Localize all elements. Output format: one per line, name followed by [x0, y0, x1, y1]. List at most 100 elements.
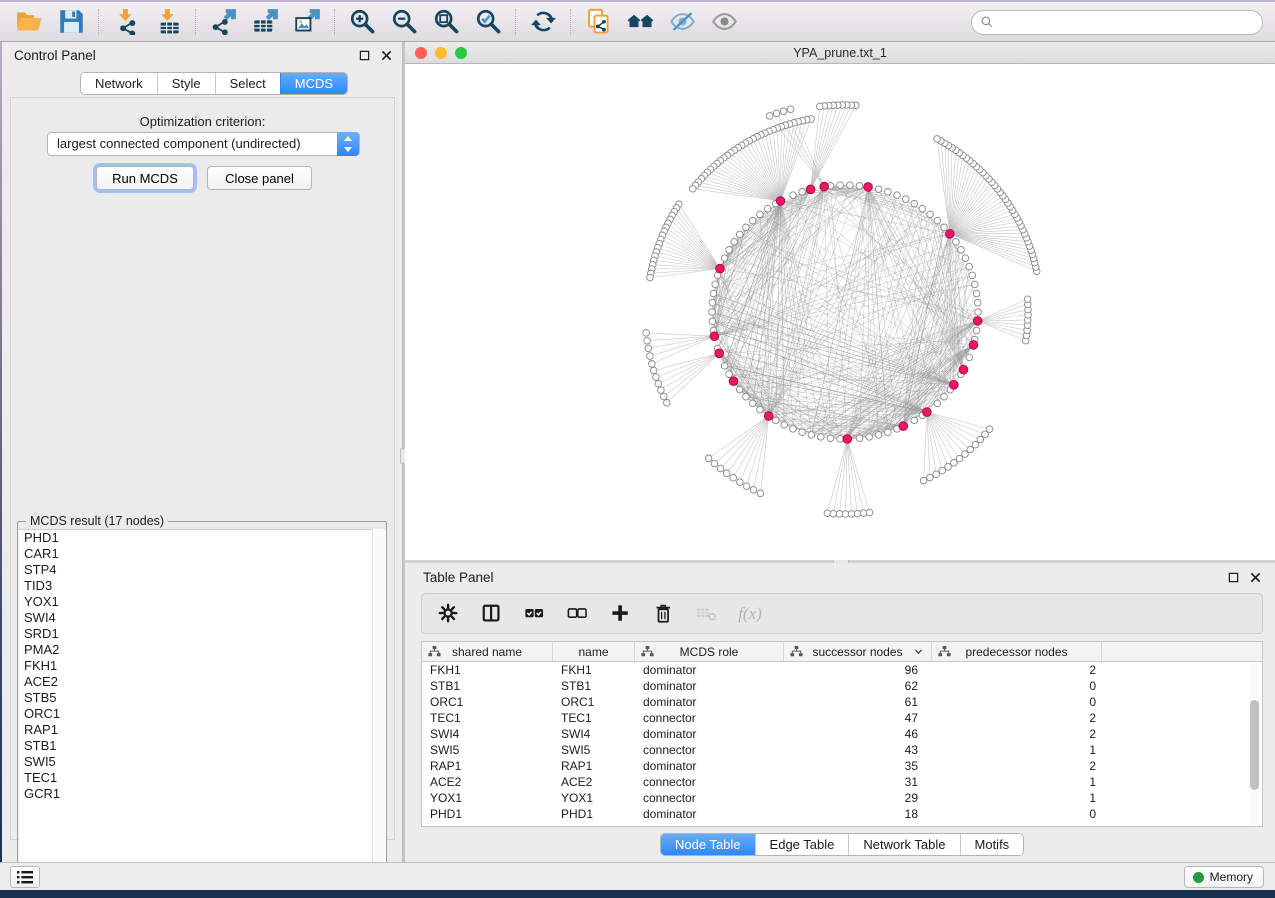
- import-network-button[interactable]: [105, 5, 147, 39]
- tab-select[interactable]: Select: [215, 73, 280, 94]
- mcds-result-item[interactable]: CAR1: [19, 546, 386, 562]
- columns-button[interactable]: [479, 601, 505, 627]
- add-row-icon: [610, 603, 632, 625]
- mcds-result-item[interactable]: ORC1: [19, 706, 386, 722]
- duplicate-network-button[interactable]: [577, 5, 619, 39]
- delete-row-button[interactable]: [651, 601, 677, 627]
- table-row[interactable]: ORC1ORC1dominator610: [422, 694, 1262, 710]
- mcds-result-item[interactable]: SRD1: [19, 626, 386, 642]
- save-session-icon: [58, 8, 85, 35]
- open-file-button[interactable]: [8, 5, 50, 39]
- column-header-successor-nodes[interactable]: successor nodes: [784, 642, 932, 661]
- cell-shared_name: ORC1: [422, 695, 553, 709]
- mcds-result-item[interactable]: TID3: [19, 578, 386, 594]
- mcds-result-item[interactable]: STP4: [19, 562, 386, 578]
- first-neighbors-button[interactable]: [619, 5, 661, 39]
- settings-button[interactable]: [436, 601, 462, 627]
- run-mcds-button[interactable]: Run MCDS: [96, 166, 194, 190]
- show-all-button[interactable]: [703, 5, 745, 39]
- table-toolbar: f(x): [421, 593, 1263, 634]
- column-label: MCDS role: [680, 645, 739, 659]
- cell-predecessor_nodes: 1: [932, 743, 1102, 757]
- network-graph[interactable]: [405, 64, 1275, 560]
- table-row[interactable]: YOX1YOX1connector291: [422, 790, 1262, 806]
- table-tab-node-table[interactable]: Node Table: [661, 834, 755, 855]
- cell-name: SWI4: [553, 727, 635, 741]
- control-panel-tabs: NetworkStyleSelectMCDS: [80, 72, 348, 95]
- close-panel-icon[interactable]: [380, 49, 392, 61]
- cell-name: SWI5: [553, 743, 635, 757]
- mcds-result-item[interactable]: SWI4: [19, 610, 386, 626]
- mcds-result-item[interactable]: STB5: [19, 690, 386, 706]
- close-panel-button[interactable]: Close panel: [207, 166, 312, 190]
- mcds-result-item[interactable]: TEC1: [19, 770, 386, 786]
- zoom-selected-button[interactable]: [467, 5, 509, 39]
- table-scrollbar-thumb[interactable]: [1250, 700, 1259, 790]
- table-row[interactable]: SWI4SWI4dominator462: [422, 726, 1262, 742]
- column-header-MCDS-role[interactable]: MCDS role: [635, 642, 784, 661]
- mcds-result-item[interactable]: GCR1: [19, 786, 386, 802]
- search-input[interactable]: [971, 10, 1263, 35]
- export-network-button[interactable]: [202, 5, 244, 39]
- export-image-button[interactable]: [286, 5, 328, 39]
- table-row[interactable]: SWI5SWI5connector431: [422, 742, 1262, 758]
- mcds-result-item[interactable]: PMA2: [19, 642, 386, 658]
- cell-mcds_role: dominator: [635, 727, 784, 741]
- optimization-dropdown[interactable]: largest connected component (undirected): [47, 132, 360, 156]
- tab-network[interactable]: Network: [81, 73, 157, 94]
- table-row[interactable]: RAP1RAP1dominator352: [422, 758, 1262, 774]
- float-panel-icon[interactable]: [358, 49, 370, 61]
- delete-table-button: [694, 601, 720, 627]
- cell-shared_name: TEC1: [422, 711, 553, 725]
- deselect-all-button[interactable]: [565, 601, 591, 627]
- float-table-panel-icon[interactable]: [1227, 571, 1239, 583]
- table-tab-motifs[interactable]: Motifs: [960, 834, 1024, 855]
- save-session-button[interactable]: [50, 5, 92, 39]
- mcds-result-item[interactable]: ACE2: [19, 674, 386, 690]
- tab-style[interactable]: Style: [157, 73, 215, 94]
- network-canvas[interactable]: [405, 64, 1275, 560]
- column-header-name[interactable]: name: [553, 642, 635, 661]
- cell-predecessor_nodes: 2: [932, 759, 1102, 773]
- mcds-result-item[interactable]: RAP1: [19, 722, 386, 738]
- table-tab-network-table[interactable]: Network Table: [848, 834, 959, 855]
- zoom-fit-button[interactable]: [425, 5, 467, 39]
- memory-button[interactable]: Memory: [1184, 866, 1264, 888]
- cell-successor_nodes: 62: [784, 679, 932, 693]
- column-header-shared-name[interactable]: shared name: [422, 642, 553, 661]
- mcds-result-item[interactable]: SWI5: [19, 754, 386, 770]
- network-window-titlebar[interactable]: YPA_prune.txt_1: [405, 42, 1275, 64]
- task-history-button[interactable]: [10, 866, 40, 888]
- close-table-panel-icon[interactable]: [1249, 571, 1261, 583]
- mcds-result-item[interactable]: STB1: [19, 738, 386, 754]
- cell-mcds_role: connector: [635, 791, 784, 805]
- zoom-in-button[interactable]: [341, 5, 383, 39]
- table-tab-edge-table[interactable]: Edge Table: [755, 834, 849, 855]
- add-row-button[interactable]: [608, 601, 634, 627]
- table-row[interactable]: STB1STB1dominator620: [422, 678, 1262, 694]
- mcds-result-item[interactable]: FKH1: [19, 658, 386, 674]
- table-row[interactable]: FKH1FKH1dominator962: [422, 662, 1262, 678]
- cell-mcds_role: dominator: [635, 663, 784, 677]
- table-row[interactable]: PHD1PHD1dominator180: [422, 806, 1262, 822]
- zoom-selected-icon: [475, 8, 502, 35]
- zoom-out-button[interactable]: [383, 5, 425, 39]
- mcds-result-item[interactable]: PHD1: [19, 530, 386, 546]
- refresh-button[interactable]: [522, 5, 564, 39]
- mcds-result-scrollbar[interactable]: [372, 529, 385, 879]
- hide-selected-button[interactable]: [661, 5, 703, 39]
- export-table-button[interactable]: [244, 5, 286, 39]
- deselect-all-icon: [567, 603, 589, 625]
- toolbar-separator: [98, 9, 99, 35]
- import-table-button[interactable]: [147, 5, 189, 39]
- column-header-predecessor-nodes[interactable]: predecessor nodes: [932, 642, 1102, 661]
- table-scrollbar[interactable]: [1249, 664, 1260, 826]
- table-row[interactable]: TEC1TEC1connector472: [422, 710, 1262, 726]
- function-builder-button: f(x): [737, 601, 763, 627]
- mcds-result-item[interactable]: YOX1: [19, 594, 386, 610]
- tab-mcds[interactable]: MCDS: [280, 73, 347, 94]
- open-file-icon: [16, 8, 43, 35]
- network-view-window: YPA_prune.txt_1: [405, 42, 1275, 560]
- table-row[interactable]: ACE2ACE2connector311: [422, 774, 1262, 790]
- select-all-button[interactable]: [522, 601, 548, 627]
